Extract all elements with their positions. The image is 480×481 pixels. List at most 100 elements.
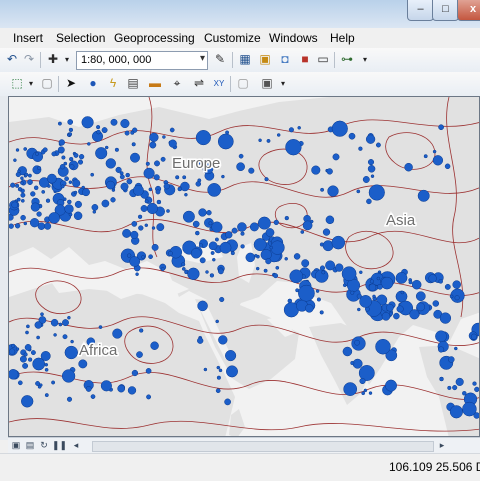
chevron-down-icon[interactable]: ▾	[200, 53, 205, 64]
python-icon[interactable]: ▭	[314, 51, 332, 68]
close-button[interactable]: x	[457, 0, 480, 21]
go-to-xy-icon[interactable]: XY	[210, 75, 228, 92]
earthquake-point	[124, 130, 130, 136]
earthquake-point	[238, 153, 244, 159]
earthquake-point	[452, 280, 461, 289]
scroll-right-icon[interactable]: ▸	[436, 439, 448, 452]
earthquake-point	[17, 380, 23, 386]
earthquake-point	[105, 158, 116, 169]
menu-customize[interactable]: Customize	[204, 31, 261, 45]
cursor-coordinates: 106.109 25.506 De	[389, 460, 480, 474]
earthquake-point	[253, 238, 267, 252]
earthquake-point	[439, 376, 444, 382]
refresh-icon[interactable]: ↻	[38, 439, 50, 452]
html-popup-icon[interactable]: ▤	[124, 75, 142, 92]
earthquake-point	[140, 205, 148, 212]
model-builder-icon[interactable]: ⊶	[338, 51, 356, 68]
layout-view-icon[interactable]: ▤	[24, 439, 36, 452]
menu-insert[interactable]: Insert	[13, 31, 43, 45]
earthquake-point	[101, 127, 108, 134]
data-view-icon[interactable]: ▣	[10, 439, 22, 452]
menu-geoprocessing[interactable]: Geoprocessing	[114, 31, 195, 45]
earthquake-point	[149, 141, 157, 149]
map-canvas[interactable]: Europe Asia Africa	[9, 97, 480, 437]
earthquake-point	[60, 184, 65, 189]
earthquake-point	[85, 385, 92, 392]
earthquake-point	[34, 321, 43, 329]
earthquake-point	[69, 156, 74, 162]
find-icon[interactable]: ⌖	[168, 75, 186, 92]
earthquake-point	[273, 273, 279, 279]
earthquake-point	[359, 377, 366, 385]
earthquake-point	[206, 210, 212, 216]
earthquake-point	[145, 368, 152, 374]
hyperlink-icon[interactable]: ϟ	[104, 75, 122, 92]
time-slider-icon[interactable]: ▢	[234, 75, 252, 92]
earthquake-point	[24, 172, 29, 177]
earthquake-point	[416, 302, 426, 312]
undo-icon[interactable]: ↶	[3, 51, 21, 68]
menu-windows[interactable]: Windows	[269, 31, 318, 45]
earthquake-point	[448, 356, 455, 363]
toolbar-options-icon[interactable]: ▾	[356, 51, 374, 68]
earthquake-point	[82, 188, 90, 197]
map-view[interactable]: Europe Asia Africa	[8, 96, 480, 437]
earthquake-point	[264, 177, 269, 182]
minimize-button[interactable]: –	[407, 0, 434, 21]
redo-icon[interactable]: ↷	[20, 51, 38, 68]
earthquake-point	[24, 344, 32, 351]
earthquake-point	[40, 312, 44, 317]
clear-selection-icon[interactable]: ▢	[38, 75, 56, 92]
earthquake-point	[356, 189, 361, 194]
earthquake-point	[59, 164, 66, 170]
earthquake-point	[367, 165, 376, 173]
earthquake-point	[226, 365, 238, 378]
scroll-left-icon[interactable]: ◂	[70, 439, 82, 452]
window-titlebar: – □ x	[0, 0, 480, 29]
earthquake-point	[167, 250, 173, 256]
pause-drawing-icon[interactable]: ❚❚	[52, 439, 67, 452]
earthquake-point	[342, 346, 353, 357]
horizontal-scrollbar[interactable]	[92, 441, 434, 452]
earthquake-point	[57, 146, 65, 154]
map-scale-combobox[interactable]: 1:80, 000, 000 ▾	[76, 51, 208, 70]
earthquake-point	[215, 319, 219, 324]
earthquake-point	[319, 265, 326, 271]
editor-icon[interactable]: ✎	[211, 51, 229, 68]
earthquake-point	[48, 212, 60, 224]
maximize-button[interactable]: □	[432, 0, 459, 21]
earthquake-point	[368, 391, 373, 395]
standard-toolbar: ↶ ↷ ✚ ▾ 1:80, 000, 000 ▾ ✎ ▦ ▣ ◘ ■ ▭ ⊶ ▾	[0, 48, 480, 73]
earthquake-point	[127, 253, 132, 258]
earthquake-point	[181, 267, 186, 271]
menu-help[interactable]: Help	[330, 31, 355, 45]
select-icon[interactable]: ➤	[62, 75, 80, 92]
earthquake-point	[216, 365, 221, 370]
add-data-dropdown-icon[interactable]: ▾	[58, 51, 76, 68]
earthquake-point	[284, 215, 289, 221]
table-icon[interactable]: ▦	[236, 51, 254, 68]
viewer-dropdown-icon[interactable]: ▾	[274, 75, 292, 92]
earthquake-point	[258, 138, 262, 143]
earthquake-point	[432, 149, 437, 154]
find-route-icon[interactable]: ⇌	[190, 75, 208, 92]
search-icon[interactable]: ◘	[276, 51, 294, 68]
earthquake-point	[15, 347, 20, 351]
earthquake-point	[68, 132, 73, 136]
menu-selection[interactable]: Selection	[56, 31, 105, 45]
earthquake-point	[13, 158, 17, 162]
info-icon[interactable]: ●	[84, 75, 102, 92]
earthquake-point	[81, 185, 85, 190]
earthquake-point	[284, 257, 288, 261]
earthquake-point	[120, 182, 129, 191]
earthquake-point	[309, 219, 314, 224]
arctoolbox-icon[interactable]: ■	[296, 51, 314, 68]
earthquake-point	[58, 139, 65, 146]
measure-icon[interactable]: ▬	[146, 75, 164, 92]
earthquake-point	[72, 179, 81, 188]
earthquake-point	[137, 214, 143, 219]
catalog-icon[interactable]: ▣	[256, 51, 274, 68]
earthquake-point	[35, 151, 39, 156]
earthquake-point	[10, 182, 16, 188]
earthquake-point	[41, 190, 46, 194]
